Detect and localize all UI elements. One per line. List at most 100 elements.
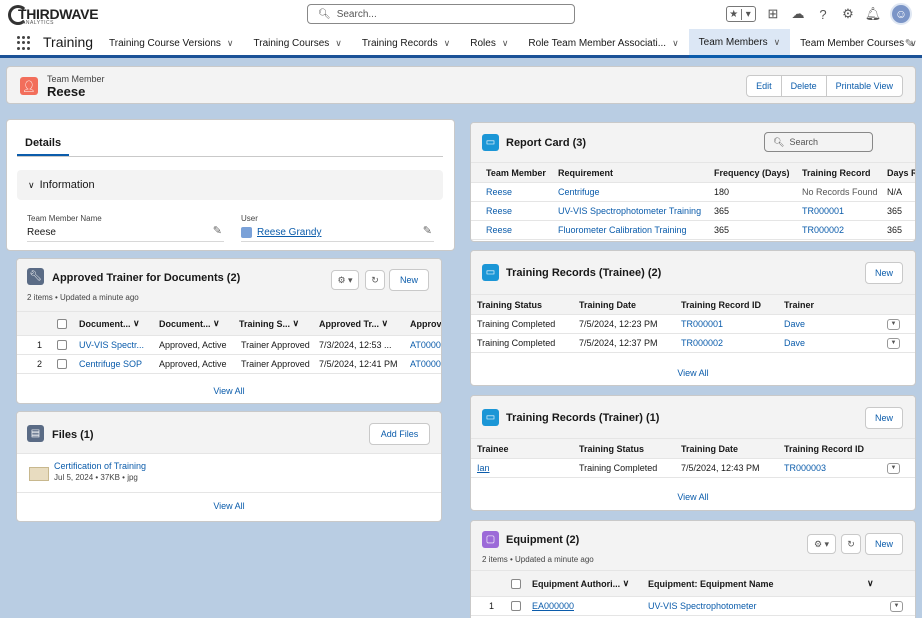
card-title[interactable]: Approved Trainer for Documents (2) bbox=[52, 272, 240, 284]
view-all-link[interactable]: View All bbox=[471, 492, 915, 502]
column-header[interactable]: Days R bbox=[887, 163, 915, 182]
card-title[interactable]: Equipment (2) bbox=[506, 534, 579, 546]
user-avatar[interactable]: ☺ bbox=[890, 3, 912, 25]
column-header[interactable]: Training Date bbox=[681, 439, 738, 458]
chevron-down-icon[interactable]: ▾ bbox=[740, 8, 756, 20]
row-actions-dropdown-icon[interactable]: ▼ bbox=[890, 600, 903, 612]
nav-tab-roles[interactable]: Roles ∨ bbox=[460, 29, 518, 58]
select-all-checkbox[interactable] bbox=[511, 578, 521, 589]
view-all-link[interactable]: View All bbox=[17, 386, 441, 396]
column-header[interactable]: Training Status bbox=[477, 295, 542, 314]
chevron-down-icon[interactable]: ∨ bbox=[227, 38, 234, 49]
team-member-link[interactable]: Reese bbox=[486, 183, 512, 201]
card-title[interactable]: Training Records (Trainee) (2) bbox=[506, 267, 661, 279]
approval-id-link[interactable]: AT0000 bbox=[410, 336, 441, 354]
column-header[interactable]: Training Record ID bbox=[784, 439, 864, 458]
column-header[interactable]: Equipment Authori... ∨ bbox=[532, 571, 642, 596]
row-checkbox[interactable] bbox=[511, 601, 521, 611]
nav-tab-training-records[interactable]: Training Records ∨ bbox=[352, 29, 460, 58]
chevron-down-icon[interactable]: ∨ bbox=[502, 38, 509, 49]
nav-tab-training-course-versions[interactable]: Training Course Versions ∨ bbox=[99, 29, 244, 58]
view-all-link[interactable]: View All bbox=[471, 368, 915, 378]
column-header[interactable]: Requirement bbox=[558, 163, 613, 182]
row-checkbox[interactable] bbox=[57, 359, 67, 369]
nav-tab-training-courses[interactable]: Training Courses ∨ bbox=[244, 29, 352, 58]
column-header[interactable]: Equipment: Equipment Name bbox=[648, 571, 884, 596]
chevron-down-icon[interactable]: ∨ bbox=[335, 38, 342, 49]
training-record-link[interactable]: TR000002 bbox=[681, 334, 723, 352]
trainer-link[interactable]: Dave bbox=[784, 315, 805, 333]
row-actions-dropdown-icon[interactable]: ▼ bbox=[887, 318, 900, 330]
printable-view-button[interactable]: Printable View bbox=[827, 76, 902, 96]
column-header[interactable]: Training Status bbox=[579, 439, 644, 458]
chevron-down-icon[interactable]: ∨ bbox=[444, 38, 451, 49]
requirement-link[interactable]: Fluorometer Calibration Training bbox=[558, 221, 687, 239]
help-icon[interactable]: ? bbox=[815, 6, 831, 22]
column-header[interactable]: Team Member bbox=[486, 163, 546, 182]
column-header[interactable]: Approved Tr... ∨ bbox=[319, 312, 399, 335]
favorites-button[interactable]: ★ ▾ bbox=[726, 6, 756, 22]
file-name-link[interactable]: Certification of Training bbox=[54, 461, 146, 471]
global-search-input[interactable]: 🔍︎ Search... bbox=[307, 4, 575, 24]
column-header[interactable]: Trainer bbox=[784, 295, 814, 314]
team-member-link[interactable]: Reese bbox=[486, 202, 512, 220]
chevron-down-icon[interactable]: ∨ bbox=[672, 38, 679, 49]
card-title[interactable]: Files (1) bbox=[52, 429, 94, 441]
column-header[interactable]: Approv bbox=[410, 312, 441, 335]
edit-button[interactable]: Edit bbox=[747, 76, 782, 96]
report-card-search-input[interactable]: 🔍︎ Search bbox=[764, 132, 873, 152]
edit-pencil-icon[interactable]: ✎ bbox=[423, 224, 432, 237]
card-title[interactable]: Training Records (Trainer) (1) bbox=[506, 412, 659, 424]
view-all-link[interactable]: View All bbox=[17, 501, 441, 511]
new-button[interactable]: New bbox=[865, 533, 903, 555]
column-header[interactable]: Document... ∨ bbox=[159, 312, 235, 335]
document-link[interactable]: Centrifuge SOP bbox=[79, 355, 142, 373]
new-button[interactable]: New bbox=[865, 407, 903, 429]
file-item[interactable]: Certification of Training Jul 5, 2024 • … bbox=[27, 460, 327, 486]
equipment-authorization-link[interactable]: EA000000 bbox=[532, 597, 574, 615]
edit-nav-pencil-icon[interactable]: ✎ bbox=[905, 37, 914, 50]
training-record-link[interactable]: TR000001 bbox=[681, 315, 723, 333]
column-header[interactable]: Training Record bbox=[802, 163, 871, 182]
card-title[interactable]: Report Card (3) bbox=[506, 137, 586, 149]
column-header[interactable]: Frequency (Days) bbox=[714, 163, 790, 182]
approval-id-link[interactable]: AT0000 bbox=[410, 355, 441, 373]
column-header[interactable]: Training S... ∨ bbox=[239, 312, 315, 335]
nav-tab-team-members[interactable]: Team Members ∨ bbox=[688, 29, 791, 58]
setup-gear-icon[interactable]: ⚙ bbox=[840, 6, 856, 22]
app-launcher-icon[interactable] bbox=[17, 36, 31, 50]
refresh-button[interactable]: ↻ bbox=[365, 270, 385, 290]
column-header[interactable]: Training Record ID bbox=[681, 295, 761, 314]
edit-pencil-icon[interactable]: ✎ bbox=[213, 224, 222, 237]
training-record-link[interactable]: TR000001 bbox=[802, 202, 844, 220]
training-record-link[interactable]: TR000002 bbox=[802, 221, 844, 239]
requirement-link[interactable]: UV-VIS Spectrophotometer Training bbox=[558, 202, 701, 220]
nav-tab-role-team-member-associations[interactable]: Role Team Member Associati... ∨ bbox=[518, 29, 688, 58]
nav-tab-team-member-courses[interactable]: Team Member Courses ∨ bbox=[790, 29, 922, 58]
column-header[interactable]: Document... ∨ bbox=[79, 312, 155, 335]
new-button[interactable]: New bbox=[865, 262, 903, 284]
section-information-header[interactable]: ∨ Information bbox=[17, 170, 443, 200]
chevron-down-icon[interactable]: ∨ bbox=[774, 37, 781, 48]
equipment-name-link[interactable]: UV-VIS Spectrophotometer bbox=[648, 597, 757, 615]
guidance-center-icon[interactable]: ☁ bbox=[790, 6, 806, 22]
refresh-button[interactable]: ↻ bbox=[841, 534, 861, 554]
list-settings-button[interactable]: ⚙ ▾ bbox=[331, 270, 359, 290]
add-files-button[interactable]: Add Files bbox=[369, 423, 430, 445]
requirement-link[interactable]: Centrifuge bbox=[558, 183, 600, 201]
column-header[interactable]: Trainee bbox=[477, 439, 509, 458]
select-all-checkbox[interactable] bbox=[57, 318, 67, 329]
document-link[interactable]: UV-VIS Spectr... bbox=[79, 336, 144, 354]
team-member-link[interactable]: Reese bbox=[486, 221, 512, 239]
trainer-link[interactable]: Dave bbox=[784, 334, 805, 352]
chevron-down-icon[interactable]: ∨ bbox=[867, 571, 874, 596]
delete-button[interactable]: Delete bbox=[782, 76, 827, 96]
user-link[interactable]: Reese Grandy bbox=[257, 227, 321, 238]
tab-details[interactable]: Details bbox=[17, 126, 70, 156]
column-header[interactable]: Training Date bbox=[579, 295, 636, 314]
global-actions-icon[interactable]: ⊞ bbox=[765, 6, 781, 22]
new-button[interactable]: New bbox=[389, 269, 429, 291]
training-record-link[interactable]: TR000003 bbox=[784, 459, 826, 477]
row-actions-dropdown-icon[interactable]: ▼ bbox=[887, 337, 900, 349]
row-actions-dropdown-icon[interactable]: ▼ bbox=[887, 462, 900, 474]
